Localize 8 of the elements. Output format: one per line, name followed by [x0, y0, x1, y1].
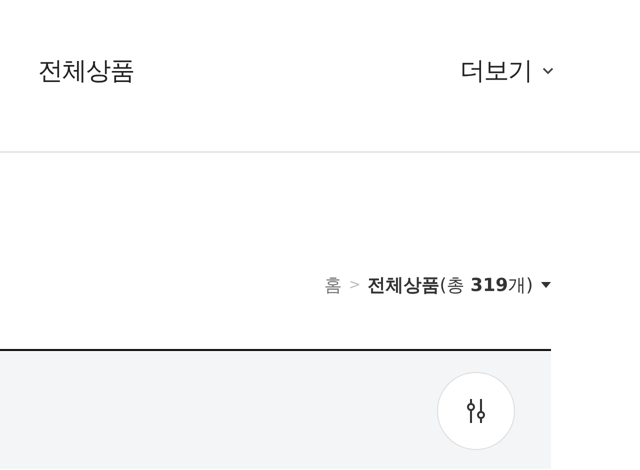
chevron-down-icon [542, 66, 554, 74]
breadcrumb-home[interactable]: 홈 [324, 273, 341, 297]
category-dropdown[interactable]: 전체상품(총 319개) [368, 273, 551, 297]
caret-down-icon [541, 282, 551, 288]
more-button[interactable]: 더보기 [460, 54, 554, 87]
breadcrumb-separator: > [348, 277, 360, 293]
sliders-icon [465, 397, 487, 425]
page-title: 전체상품 [38, 55, 134, 87]
